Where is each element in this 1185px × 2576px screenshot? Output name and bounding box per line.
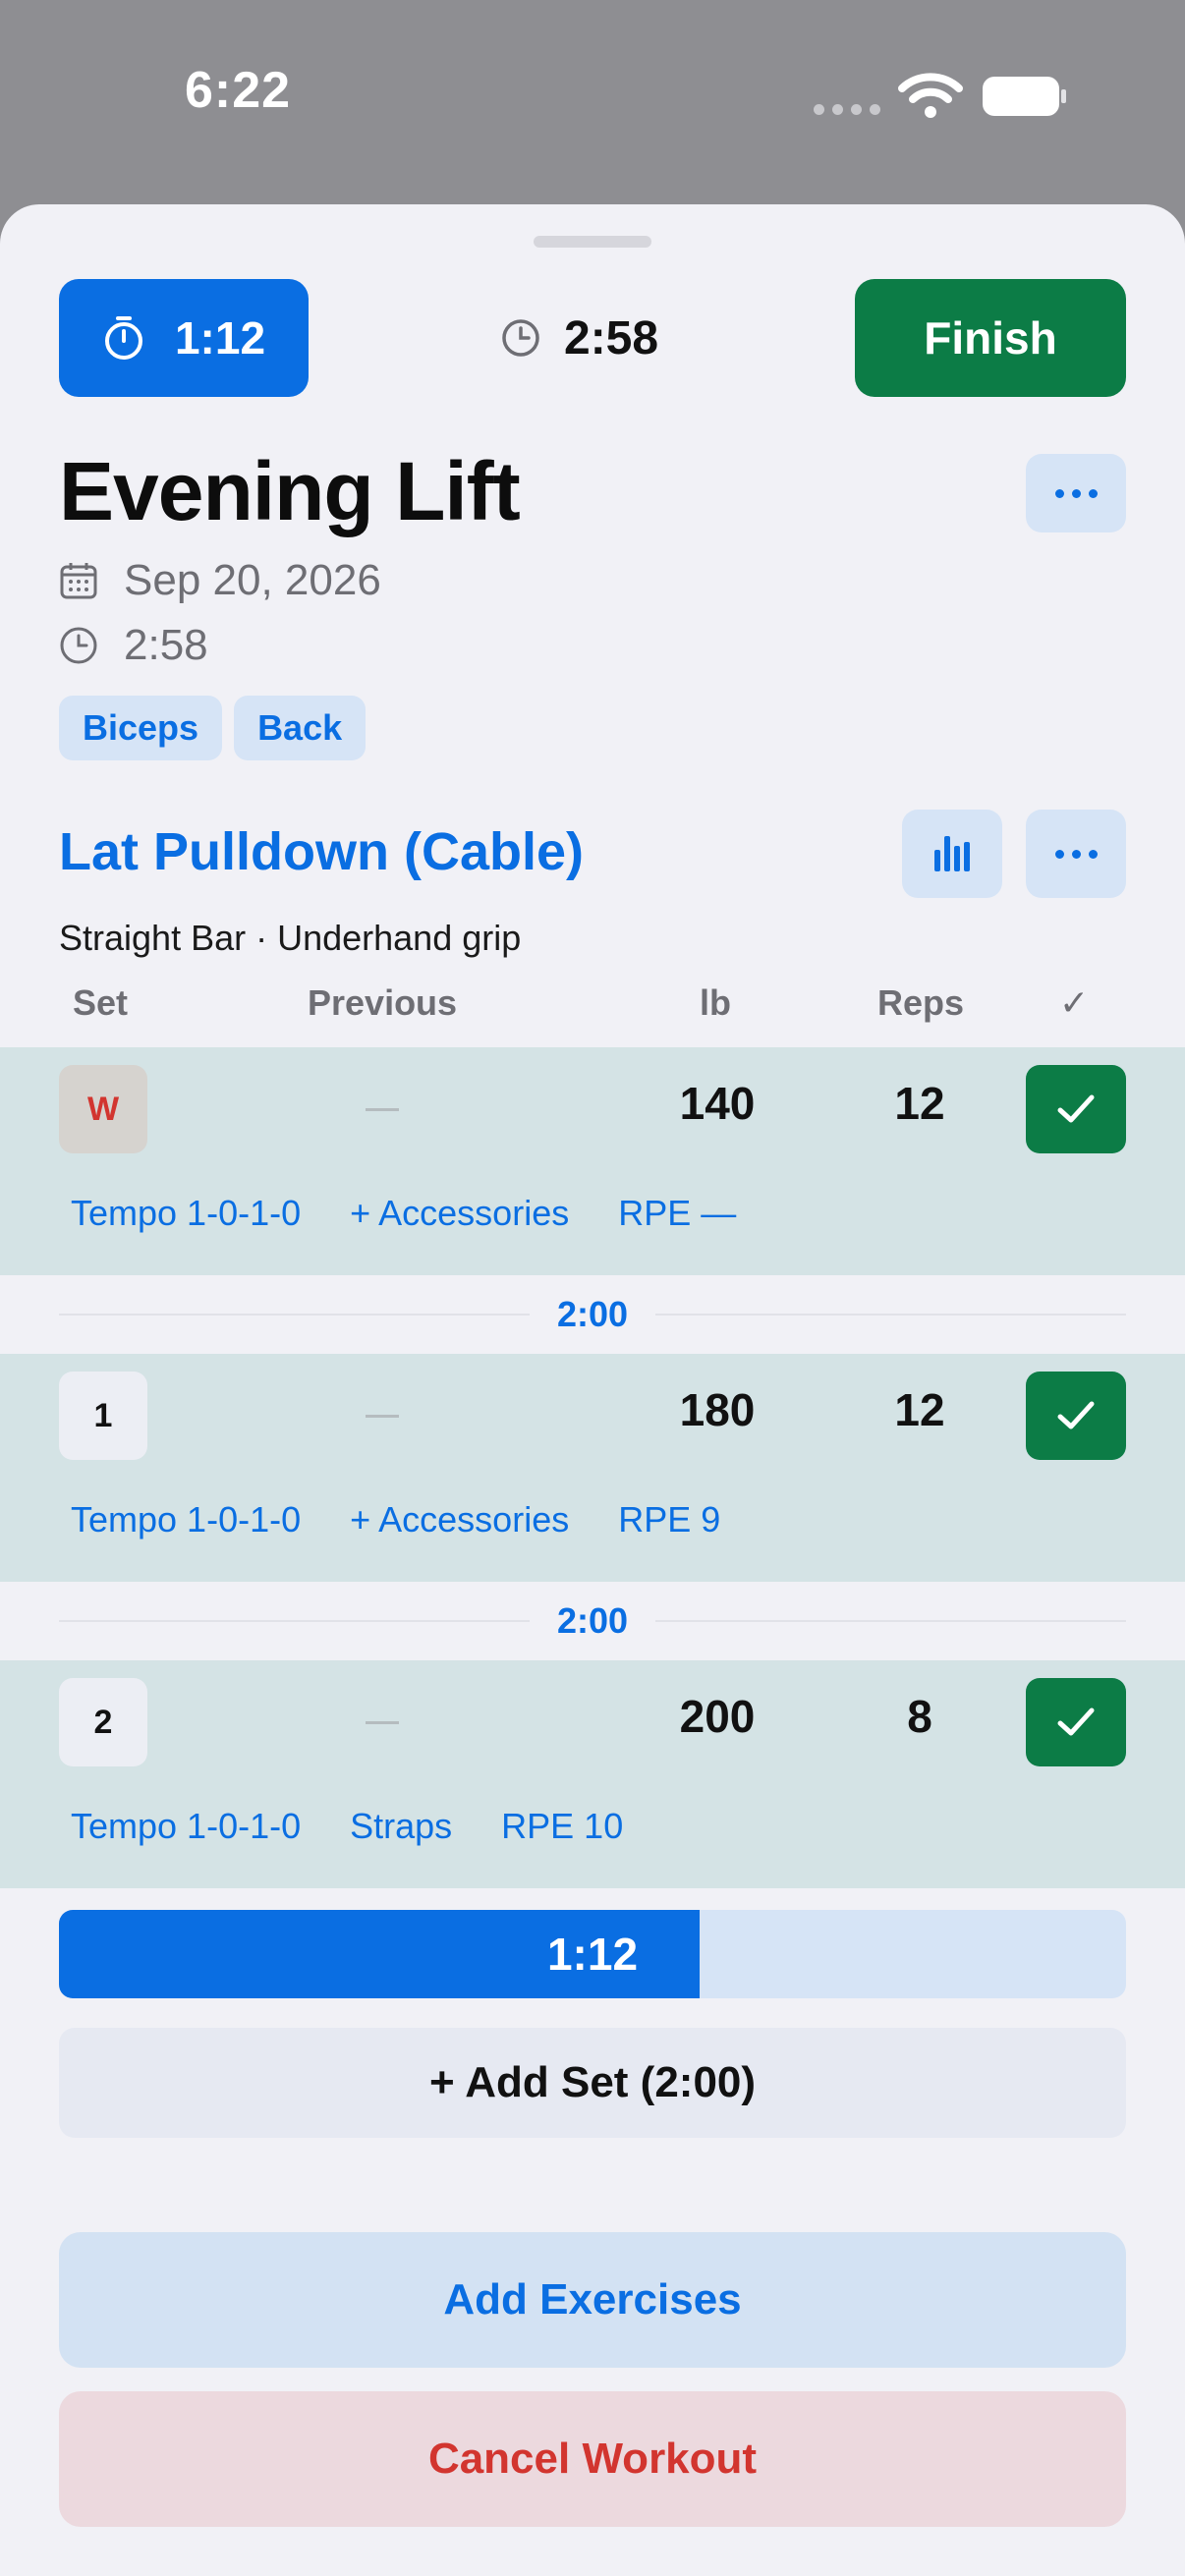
set-row: W 140 12 Tempo 1-0-1-0 + Accessories RPE… <box>0 1047 1185 1275</box>
sheet-grabber[interactable] <box>534 236 651 248</box>
column-reps: Reps <box>877 982 965 1023</box>
column-set: Set <box>73 982 129 1023</box>
more-icon <box>1054 488 1064 498</box>
set-complete-toggle[interactable] <box>1026 1372 1126 1460</box>
workout-duration-row[interactable]: 2:58 <box>59 621 208 670</box>
rest-timer-button[interactable]: 1:12 <box>59 279 309 397</box>
previous-value <box>366 1415 399 1418</box>
muscle-tags: Biceps Back <box>59 696 367 760</box>
reps-input[interactable]: 8 <box>871 1690 969 1743</box>
weight-input[interactable]: 140 <box>668 1077 766 1130</box>
rest-timer-progress[interactable]: 1:12 <box>59 1910 1126 1998</box>
set-row: 2 200 8 Tempo 1-0-1-0 Straps RPE 10 <box>0 1660 1185 1888</box>
rest-interval-value: 2:00 <box>556 1600 629 1641</box>
elapsed-time: 2:58 <box>501 299 658 377</box>
set-type-badge[interactable]: W <box>59 1065 147 1153</box>
elapsed-value: 2:58 <box>564 311 659 364</box>
rest-timer-progress-label: 1:12 <box>546 1929 639 1980</box>
column-weight: lb <box>700 982 731 1023</box>
workout-duration: 2:58 <box>124 621 208 669</box>
weight-input[interactable]: 200 <box>668 1690 766 1743</box>
set-row: 1 180 12 Tempo 1-0-1-0 + Accessories RPE… <box>0 1354 1185 1582</box>
tag-back[interactable]: Back <box>234 696 367 760</box>
clock-icon <box>60 627 97 664</box>
exercise-name[interactable]: Lat Pulldown (Cable) <box>59 821 584 882</box>
set-options: Tempo 1-0-1-0 + Accessories RPE — <box>71 1193 736 1234</box>
status-time: 6:22 <box>185 62 292 119</box>
set-number-badge[interactable]: 1 <box>59 1372 147 1460</box>
checkmark-icon <box>1057 1401 1095 1429</box>
set-options: Tempo 1-0-1-0 Straps RPE 10 <box>71 1806 623 1847</box>
column-previous: Previous <box>308 982 458 1023</box>
calendar-icon <box>60 563 97 599</box>
workout-date-row[interactable]: Sep 20, 2026 <box>59 556 381 605</box>
checkmark-icon <box>1057 1708 1095 1736</box>
weight-input[interactable]: 180 <box>668 1383 766 1436</box>
checkmark-icon <box>1057 1094 1095 1123</box>
more-icon <box>1054 849 1064 859</box>
accessories-link[interactable]: + Accessories <box>350 1499 569 1540</box>
rpe-link[interactable]: RPE — <box>618 1193 736 1234</box>
tag-biceps[interactable]: Biceps <box>59 696 223 760</box>
workout-sheet: 1:12 2:58 Finish Evening Lift Sep 20, 20… <box>0 204 1185 2576</box>
accessories-link[interactable]: + Accessories <box>350 1193 569 1234</box>
workout-more-button[interactable] <box>1026 454 1126 532</box>
set-complete-toggle[interactable] <box>1026 1065 1126 1153</box>
exercise-history-button[interactable] <box>902 810 1002 898</box>
bar-chart-icon <box>934 836 970 871</box>
status-bar: 6:22 <box>0 0 1185 196</box>
accessories-link[interactable]: Straps <box>350 1806 452 1847</box>
exercise-subtitle: Straight Bar · Underhand grip <box>59 918 522 958</box>
battery-icon <box>983 77 1066 116</box>
wifi-icon <box>898 73 963 118</box>
add-exercises-button[interactable]: Add Exercises <box>59 2232 1126 2368</box>
workout-date: Sep 20, 2026 <box>124 556 381 604</box>
column-done: ✓ <box>1059 982 1090 1023</box>
tempo-link[interactable]: Tempo 1-0-1-0 <box>71 1499 301 1540</box>
rpe-link[interactable]: RPE 9 <box>618 1499 720 1540</box>
previous-value <box>366 1721 399 1724</box>
tempo-link[interactable]: Tempo 1-0-1-0 <box>71 1806 301 1847</box>
stopwatch-icon <box>104 316 142 360</box>
set-complete-toggle[interactable] <box>1026 1678 1126 1766</box>
rest-interval-value: 2:00 <box>556 1294 629 1334</box>
rest-interval[interactable]: 2:00 <box>59 1275 1126 1354</box>
cellular-signal-icon <box>814 104 880 115</box>
workout-title[interactable]: Evening Lift <box>59 444 521 539</box>
set-number-badge[interactable]: 2 <box>59 1678 147 1766</box>
reps-input[interactable]: 12 <box>871 1383 969 1436</box>
rpe-link[interactable]: RPE 10 <box>501 1806 623 1847</box>
rest-timer-value: 1:12 <box>174 312 266 364</box>
set-options: Tempo 1-0-1-0 + Accessories RPE 9 <box>71 1499 720 1540</box>
cancel-workout-button[interactable]: Cancel Workout <box>59 2391 1126 2527</box>
reps-input[interactable]: 12 <box>871 1077 969 1130</box>
clock-icon <box>502 319 539 357</box>
rest-interval[interactable]: 2:00 <box>59 1582 1126 1660</box>
previous-value <box>366 1108 399 1111</box>
add-set-button[interactable]: + Add Set (2:00) <box>59 2028 1126 2138</box>
tempo-link[interactable]: Tempo 1-0-1-0 <box>71 1193 301 1234</box>
exercise-more-button[interactable] <box>1026 810 1126 898</box>
finish-button[interactable]: Finish <box>855 279 1126 397</box>
